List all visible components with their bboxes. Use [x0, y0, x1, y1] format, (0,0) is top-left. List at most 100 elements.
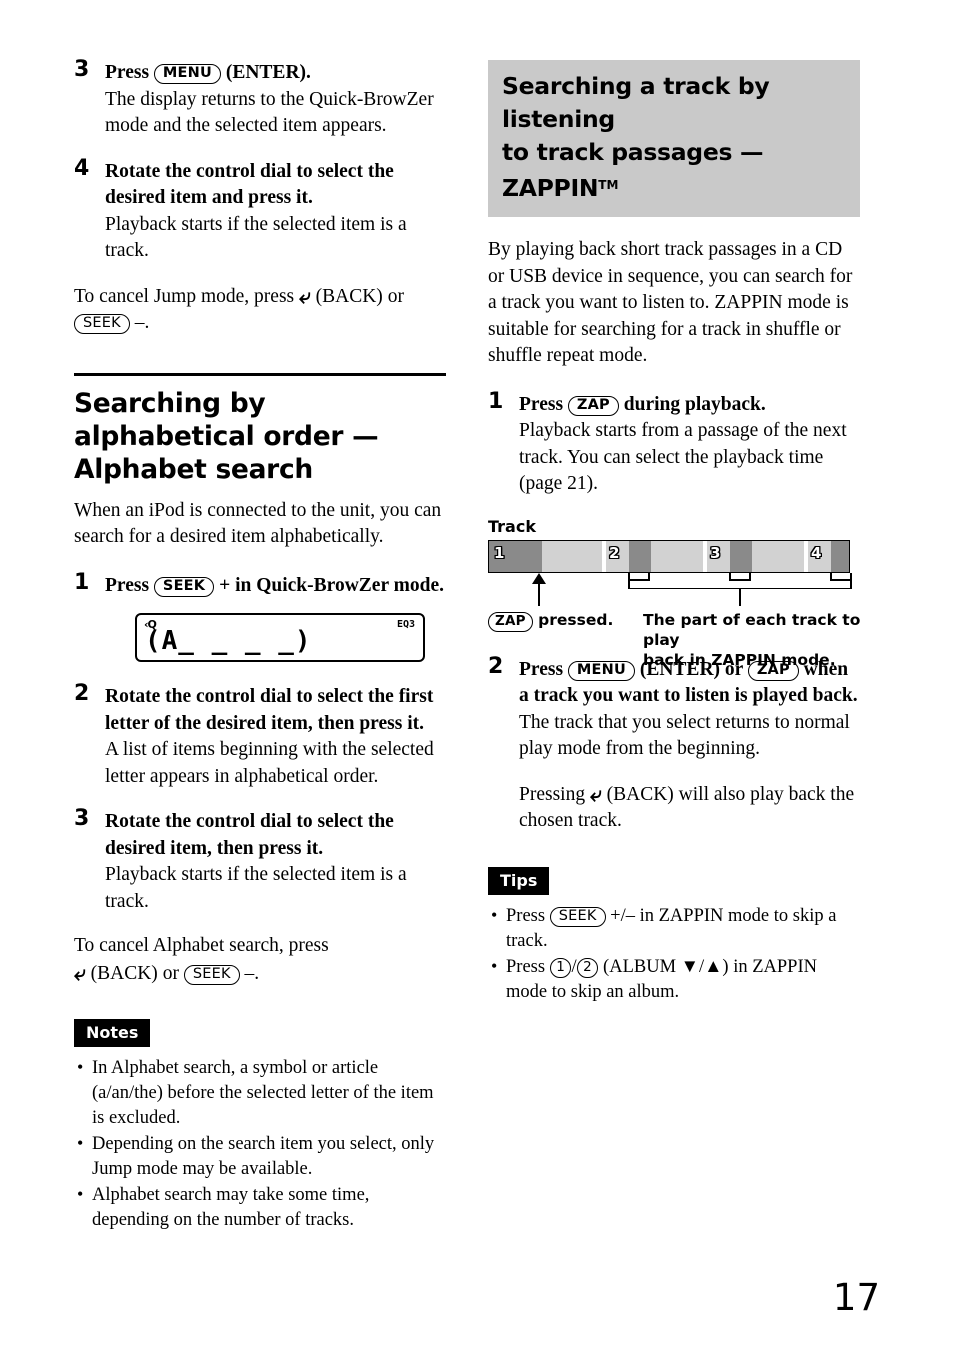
- track-diagram: Track 1 2 3 4 ZAP pressed. The part of e…: [488, 516, 860, 669]
- section-heading-zappin: Searching a track by listening to track …: [488, 60, 860, 217]
- step-title: Press SEEK + in Quick-BrowZer mode.: [105, 573, 446, 600]
- cancel-alphabet-text-3: –.: [239, 962, 260, 984]
- page-number: 17: [832, 1276, 880, 1319]
- lcd-segment-text: (A_ _ _ _): [145, 626, 312, 656]
- step-title: Rotate the control dial to select the de…: [105, 160, 394, 209]
- step-body: Playback starts if the selected item is …: [105, 213, 407, 262]
- notes-banner: Notes: [74, 1019, 151, 1047]
- heading-line-2: to track passages — ZAPPIN: [502, 138, 764, 202]
- alphabet-intro: When an iPod is connected to the unit, y…: [74, 499, 442, 548]
- seek-button[interactable]: SEEK: [183, 964, 240, 985]
- step-body: Playback starts if the selected item is …: [105, 864, 407, 912]
- tips-banner: Tips: [488, 866, 550, 895]
- step-title-pre: Press: [519, 658, 568, 680]
- caption-line-1: The part of each track to play: [643, 610, 861, 649]
- step-3-jump: 3 Press MENU (ENTER). The display return…: [74, 57, 446, 140]
- zap-pressed-caption: ZAP pressed.: [488, 610, 613, 632]
- step-title: Rotate the control dial to select the fi…: [105, 686, 434, 734]
- track-number: 3: [710, 543, 721, 562]
- right-column: Searching a track by listening to track …: [488, 60, 860, 1006]
- step-title-mid: (ENTER) or: [634, 658, 748, 680]
- list-item: Alphabet search may take some time, depe…: [74, 1182, 446, 1233]
- back-arrow-icon: ⤷: [74, 960, 86, 985]
- step-3-alphabet: 3 Rotate the control dial to select the …: [74, 806, 446, 915]
- track-divider: [703, 540, 707, 572]
- track-4-zappin-segment: [831, 540, 849, 572]
- step-number: 1: [74, 569, 90, 595]
- zap-button[interactable]: ZAP: [488, 611, 533, 632]
- zappin-intro: By playing back short track passages in …: [488, 239, 853, 366]
- track-divider: [804, 540, 808, 572]
- back-arrow-icon: ⤷: [589, 781, 602, 806]
- step-extra-body: Pressing ⤷ (BACK) will also play back th…: [519, 781, 860, 835]
- tips-section: Tips Press SEEK +/– in ZAPPIN mode to sk…: [488, 866, 860, 1005]
- track-label: Track: [488, 516, 536, 536]
- step-title-pre: Press: [105, 574, 154, 596]
- zap-button[interactable]: ZAP: [567, 395, 619, 416]
- album-down-button[interactable]: 1: [549, 957, 572, 978]
- extra-pre: Pressing: [519, 783, 590, 805]
- step-title-pre: Press: [105, 62, 154, 83]
- step-title-post: + in Quick-BrowZer mode.: [214, 574, 444, 596]
- cancel-alphabet-paragraph: To cancel Alphabet search, press ⤷ (BACK…: [74, 933, 446, 987]
- back-label: (BACK): [606, 783, 674, 805]
- step-1-zappin: 1 Press ZAP during playback. Playback st…: [488, 388, 860, 498]
- cancel-alphabet-text-1: To cancel Alphabet search, press: [74, 935, 329, 956]
- seek-button[interactable]: SEEK: [74, 314, 130, 334]
- tip-separator: /: [571, 956, 577, 977]
- zap-pressed-arrow-stem: [537, 581, 541, 606]
- step-number: 2: [74, 681, 90, 706]
- step-number: 1: [488, 388, 504, 414]
- step-number: 3: [74, 806, 90, 831]
- left-column: 3 Press MENU (ENTER). The display return…: [74, 57, 446, 1234]
- list-item: Depending on the search item you select,…: [74, 1131, 446, 1182]
- track-number: 1: [494, 543, 505, 562]
- menu-button[interactable]: MENU: [567, 660, 635, 681]
- step-body: Playback starts from a passage of the ne…: [519, 420, 847, 494]
- manual-page: 3 Press MENU (ENTER). The display return…: [0, 0, 954, 1352]
- tip-pre: Press: [506, 905, 550, 926]
- notes-section: Notes In Alphabet search, a symbol or ar…: [74, 1019, 446, 1233]
- step-2-zappin: 2 Press MENU (ENTER) or ZAP when a track…: [488, 654, 860, 835]
- cancel-alphabet-text-2: or: [157, 962, 184, 984]
- track-bar: 1 2 3 4: [488, 539, 850, 573]
- step-title: Rotate the control dial to select the de…: [105, 811, 394, 859]
- tips-list: Press SEEK +/– in ZAPPIN mode to skip a …: [488, 903, 860, 1005]
- step-1-alphabet: 1 Press SEEK + in Quick-BrowZer mode. ‹Q…: [74, 569, 446, 662]
- step-body: The display returns to the Quick-BrowZer…: [105, 88, 434, 137]
- step-title: Press ZAP during playback.: [519, 392, 860, 419]
- step-title-post: (ENTER).: [220, 62, 311, 83]
- seek-button[interactable]: SEEK: [549, 906, 606, 927]
- cancel-jump-text-3: –.: [129, 312, 150, 333]
- seek-button[interactable]: SEEK: [153, 576, 215, 597]
- back-label: (BACK): [315, 285, 383, 307]
- cancel-jump-paragraph: To cancel Jump mode, press ⤷ (BACK) or S…: [74, 283, 446, 337]
- list-item: Press 1/2 (ALBUM ▼/▲) in ZAPPIN mode to …: [488, 954, 860, 1005]
- step-title: Press MENU (ENTER) or ZAP when a track y…: [519, 657, 860, 710]
- track-divider: [602, 540, 606, 572]
- lcd-display-graphic: ‹Q EQ3 (A_ _ _ _): [135, 613, 425, 662]
- step-number: 4: [74, 155, 90, 181]
- step-title: Press MENU (ENTER).: [105, 60, 446, 87]
- step-2-alphabet: 2 Rotate the control dial to select the …: [74, 681, 446, 790]
- step-body: The track that you select returns to nor…: [519, 711, 850, 760]
- cancel-jump-text-2: or: [382, 285, 404, 307]
- heading-line-1: Searching a track by listening: [502, 72, 770, 133]
- zap-button[interactable]: ZAP: [747, 660, 799, 681]
- track-number: 4: [811, 543, 822, 562]
- track-2-zappin-segment: [629, 540, 651, 572]
- step-4-jump: 4 Rotate the control dial to select the …: [74, 155, 446, 265]
- list-item: Press SEEK +/– in ZAPPIN mode to skip a …: [488, 903, 860, 954]
- step-body: A list of items beginning with the selec…: [105, 739, 434, 787]
- menu-button[interactable]: MENU: [153, 64, 221, 84]
- eq-indicator: EQ3: [396, 619, 415, 630]
- notes-list: In Alphabet search, a symbol or article …: [74, 1055, 446, 1233]
- step-title-post: during playback.: [618, 393, 766, 415]
- album-up-button[interactable]: 2: [576, 957, 599, 978]
- zap-pressed-text: pressed.: [532, 610, 614, 629]
- back-label: (BACK): [90, 962, 158, 984]
- tip-pre: Press: [506, 956, 550, 977]
- step-title-pre: Press: [519, 393, 568, 415]
- back-arrow-icon: ⤷: [299, 283, 311, 308]
- cancel-jump-text-1: To cancel Jump mode, press: [74, 285, 299, 307]
